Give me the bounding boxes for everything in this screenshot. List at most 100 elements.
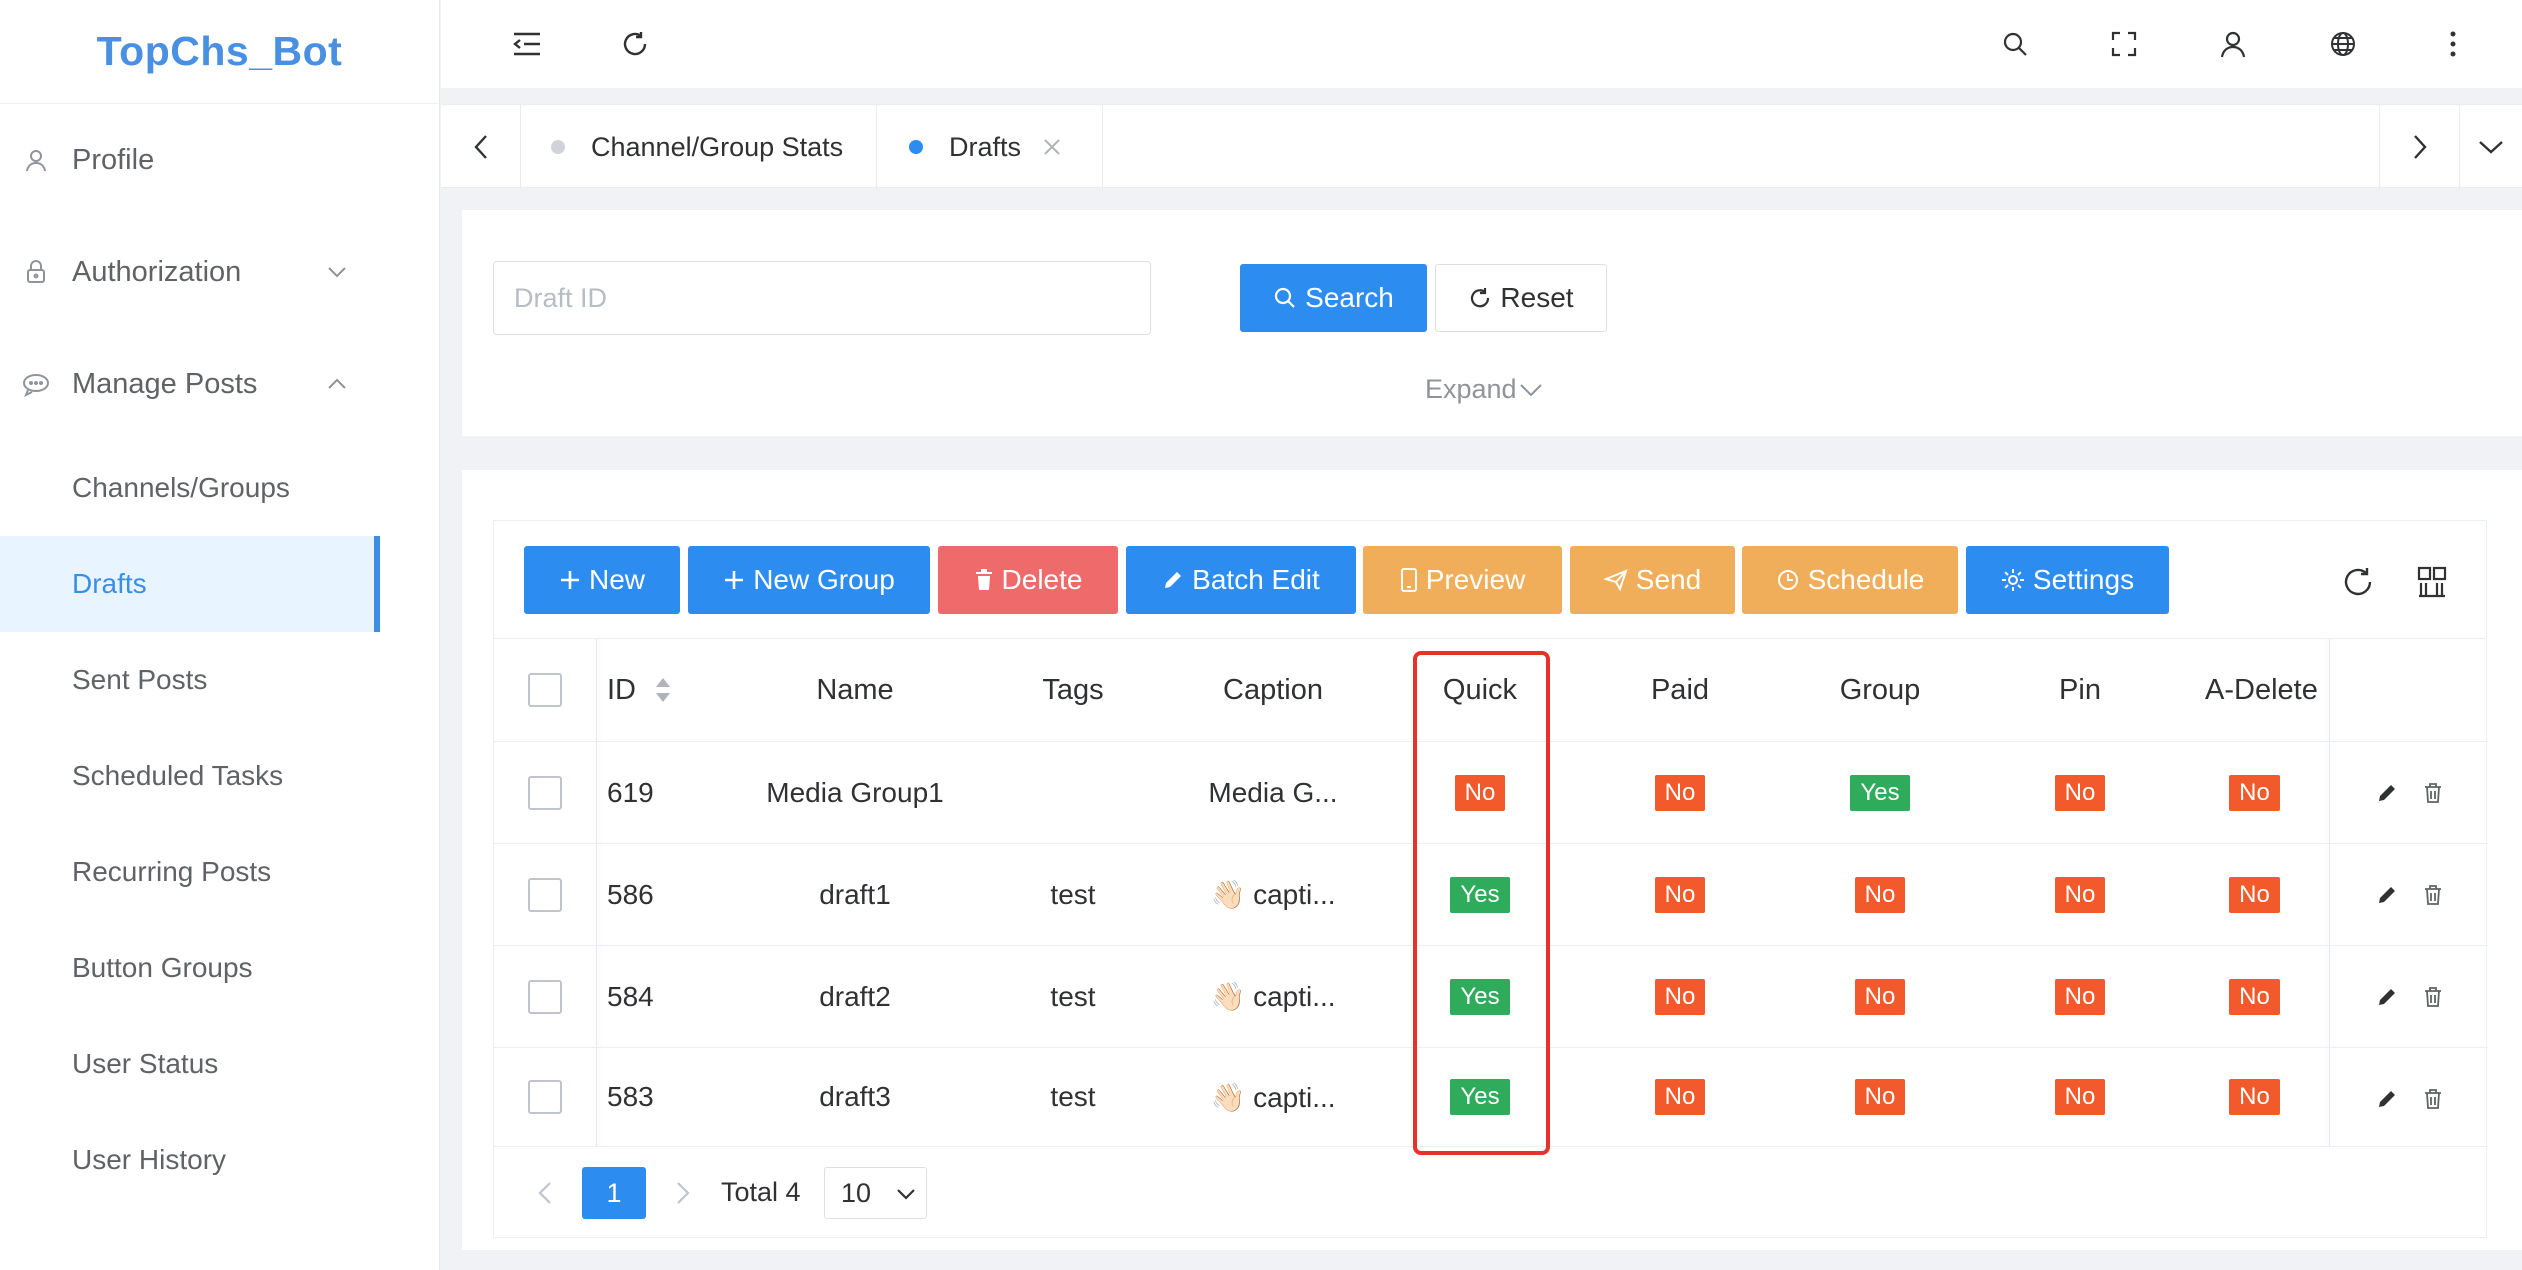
sidebar: TopChs_Bot Profile Authorization Manage … — [0, 0, 440, 1270]
cell-name: draft1 — [819, 878, 891, 910]
sidebar-item-label: Profile — [72, 143, 155, 176]
reset-button[interactable]: Reset — [1435, 264, 1607, 332]
row-select-cell — [494, 742, 596, 843]
cell-id: 584 — [607, 980, 654, 1012]
cell-a-delete: No — [2180, 742, 2329, 843]
column-header-id[interactable]: ID — [607, 639, 697, 741]
refresh-icon[interactable] — [613, 22, 657, 66]
user-icon — [18, 142, 54, 178]
reset-button-label: Reset — [1500, 282, 1574, 313]
new-group-button[interactable]: New Group — [688, 546, 930, 614]
new-button[interactable]: New — [524, 546, 680, 614]
cell-pin: No — [1980, 844, 2180, 945]
sidebar-item-drafts[interactable]: Drafts — [0, 536, 380, 632]
tabs-bar: Channel/Group Stats Drafts — [441, 104, 2522, 189]
more-vertical-icon[interactable] — [2431, 22, 2475, 66]
cell-name: Media Group1 — [766, 776, 944, 808]
tabs-dropdown-icon[interactable] — [2459, 105, 2522, 189]
expand-toggle[interactable]: Expand — [1425, 374, 1543, 405]
chevron-up-icon — [322, 369, 352, 399]
settings-button-label: Settings — [2032, 564, 2135, 595]
sidebar-item-authorization[interactable]: Authorization — [0, 224, 440, 320]
search-button-label: Search — [1305, 282, 1394, 313]
edit-icon — [1165, 572, 1182, 588]
chevron-down-icon — [897, 1189, 915, 1200]
tab-drafts[interactable]: Drafts — [877, 105, 1103, 189]
prev-page-icon[interactable] — [525, 1168, 565, 1218]
cell-paid: No — [1580, 1048, 1780, 1146]
cell-group: Yes — [1780, 742, 1980, 843]
status-badge: No — [2229, 978, 2280, 1015]
lock-icon — [18, 254, 54, 290]
sidebar-item-user-history[interactable]: User History — [0, 1112, 380, 1208]
tabs-scroll-right-icon[interactable] — [2379, 105, 2459, 189]
row-checkbox[interactable] — [528, 979, 562, 1014]
search-button[interactable]: Search — [1240, 264, 1427, 332]
user-icon[interactable] — [2211, 22, 2255, 66]
sidebar-item-manage-posts[interactable]: Manage Posts — [0, 336, 440, 432]
next-page-icon[interactable] — [663, 1168, 703, 1218]
row-checkbox[interactable] — [528, 877, 562, 912]
globe-icon[interactable] — [2321, 22, 2365, 66]
cell-caption: Media G... — [1166, 742, 1380, 843]
cell-group: No — [1780, 844, 1980, 945]
column-header-paid: Paid — [1650, 673, 1710, 706]
preview-button[interactable]: Preview — [1363, 546, 1562, 614]
trash-icon[interactable] — [2418, 778, 2448, 808]
select-all-checkbox[interactable] — [528, 673, 562, 707]
cell-paid: No — [1580, 742, 1780, 843]
brand-name: TopChs_Bot — [96, 28, 343, 74]
cell-id: 583 — [607, 1081, 654, 1112]
sidebar-item-recurring-posts[interactable]: Recurring Posts — [0, 824, 380, 920]
trash-icon[interactable] — [2418, 982, 2448, 1012]
plus-icon — [725, 571, 744, 589]
draft-id-input[interactable] — [493, 261, 1151, 335]
send-button[interactable]: Send — [1570, 546, 1735, 614]
page-size-value: 10 — [841, 1177, 872, 1208]
tabs-scroll-left-icon[interactable] — [441, 105, 521, 189]
edit-icon[interactable] — [2372, 778, 2402, 808]
delete-button[interactable]: Delete — [938, 546, 1118, 614]
trash-icon[interactable] — [2418, 880, 2448, 910]
close-icon[interactable] — [1043, 138, 1061, 156]
cell-a-delete: No — [2180, 1048, 2329, 1146]
edit-icon[interactable] — [2372, 1084, 2402, 1114]
sidebar-item-user-status[interactable]: User Status — [0, 1016, 380, 1112]
sidebar-item-profile[interactable]: Profile — [0, 112, 440, 208]
page-size-select[interactable]: 10 — [824, 1167, 927, 1219]
sidebar-item-sent-posts[interactable]: Sent Posts — [0, 632, 380, 728]
batch-edit-button[interactable]: Batch Edit — [1126, 546, 1356, 614]
clock-icon — [1777, 570, 1798, 590]
edit-icon[interactable] — [2372, 880, 2402, 910]
menu-fold-icon[interactable] — [505, 22, 549, 66]
status-badge: No — [1854, 978, 1906, 1015]
schedule-button[interactable]: Schedule — [1742, 546, 1958, 614]
search-icon[interactable] — [1993, 22, 2037, 66]
preview-button-label: Preview — [1425, 564, 1526, 595]
cell-caption: 👋🏻 capti... — [1166, 844, 1380, 945]
column-header-caption: Caption — [1223, 673, 1323, 706]
table-refresh-icon[interactable] — [2338, 562, 2378, 602]
row-checkbox[interactable] — [528, 775, 562, 810]
edit-icon[interactable] — [2372, 982, 2402, 1012]
sort-icon[interactable] — [654, 677, 672, 703]
brand-logo[interactable]: TopChs_Bot — [0, 0, 439, 104]
row-checkbox[interactable] — [528, 1080, 562, 1114]
status-badge: No — [1654, 876, 1706, 913]
cell-caption: 👋🏻 capti... — [1166, 946, 1380, 1047]
sidebar-item-button-groups[interactable]: Button Groups — [0, 920, 380, 1016]
cell-pin: No — [1980, 946, 2180, 1047]
select-all-cell — [494, 639, 596, 741]
schedule-button-label: Schedule — [1807, 564, 1925, 595]
fullscreen-icon[interactable] — [2102, 22, 2146, 66]
sidebar-item-label: Authorization — [72, 255, 242, 288]
column-settings-icon[interactable] — [2412, 562, 2452, 602]
trash-icon[interactable] — [2418, 1084, 2448, 1114]
sidebar-item-channels-groups[interactable]: Channels/Groups — [0, 440, 380, 536]
tab-channel-group-stats[interactable]: Channel/Group Stats — [521, 105, 877, 189]
sidebar-item-scheduled-tasks[interactable]: Scheduled Tasks — [0, 728, 380, 824]
settings-button[interactable]: Settings — [1966, 546, 2169, 614]
page-number[interactable]: 1 — [582, 1167, 646, 1219]
gear-icon — [2001, 569, 2024, 591]
column-header-a-delete: A-Delete — [2205, 673, 2318, 706]
